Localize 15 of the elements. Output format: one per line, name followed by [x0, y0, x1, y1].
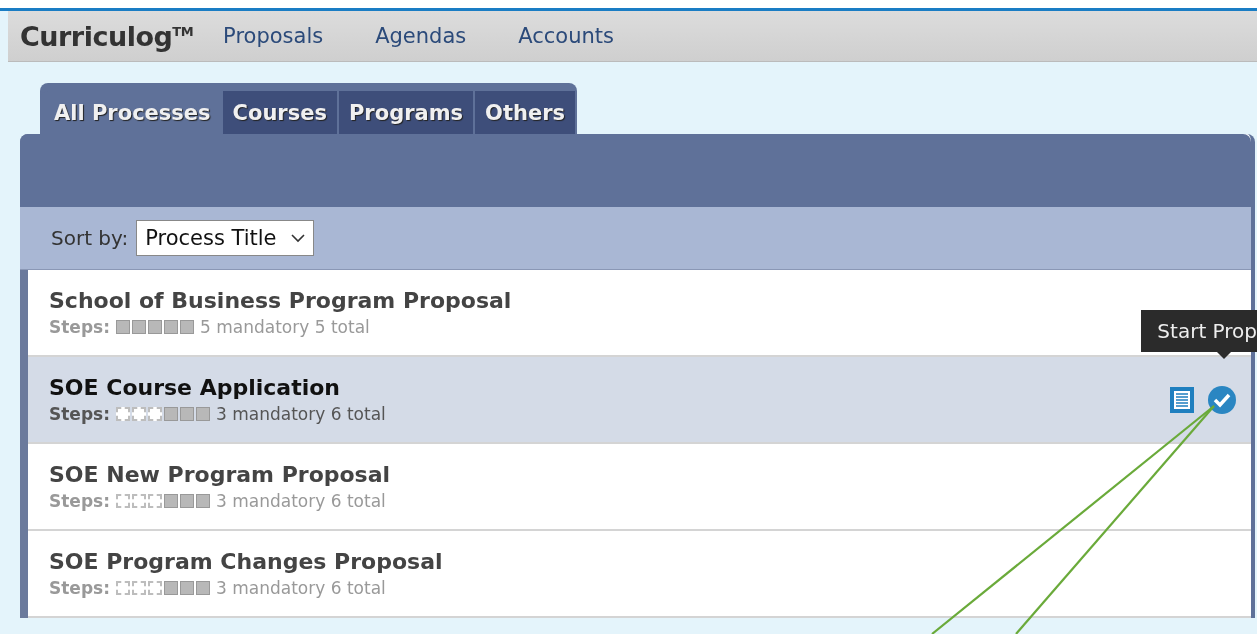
steps-summary: 5 mandatory 5 total	[200, 317, 370, 337]
steps-label: Steps:	[49, 491, 110, 511]
steps-label: Steps:	[49, 317, 110, 337]
steps-label: Steps:	[49, 404, 110, 424]
steps-label: Steps:	[49, 578, 110, 598]
steps-summary: 3 mandatory 6 total	[216, 578, 386, 598]
app-logo: Curriculog$^{TM}$	[20, 20, 194, 52]
process-title: SOE Program Changes Proposal	[49, 549, 444, 574]
process-title: School of Business Program Proposal	[49, 288, 513, 313]
sort-label: Sort by:	[51, 226, 129, 250]
process-title: SOE Course Application	[49, 375, 341, 400]
steps-summary: 3 mandatory 6 total	[216, 404, 386, 424]
steps-summary: 3 mandatory 6 total	[216, 491, 386, 511]
tooltip: Start Prop	[1141, 310, 1257, 359]
process-title: SOE New Program Proposal	[49, 462, 392, 487]
